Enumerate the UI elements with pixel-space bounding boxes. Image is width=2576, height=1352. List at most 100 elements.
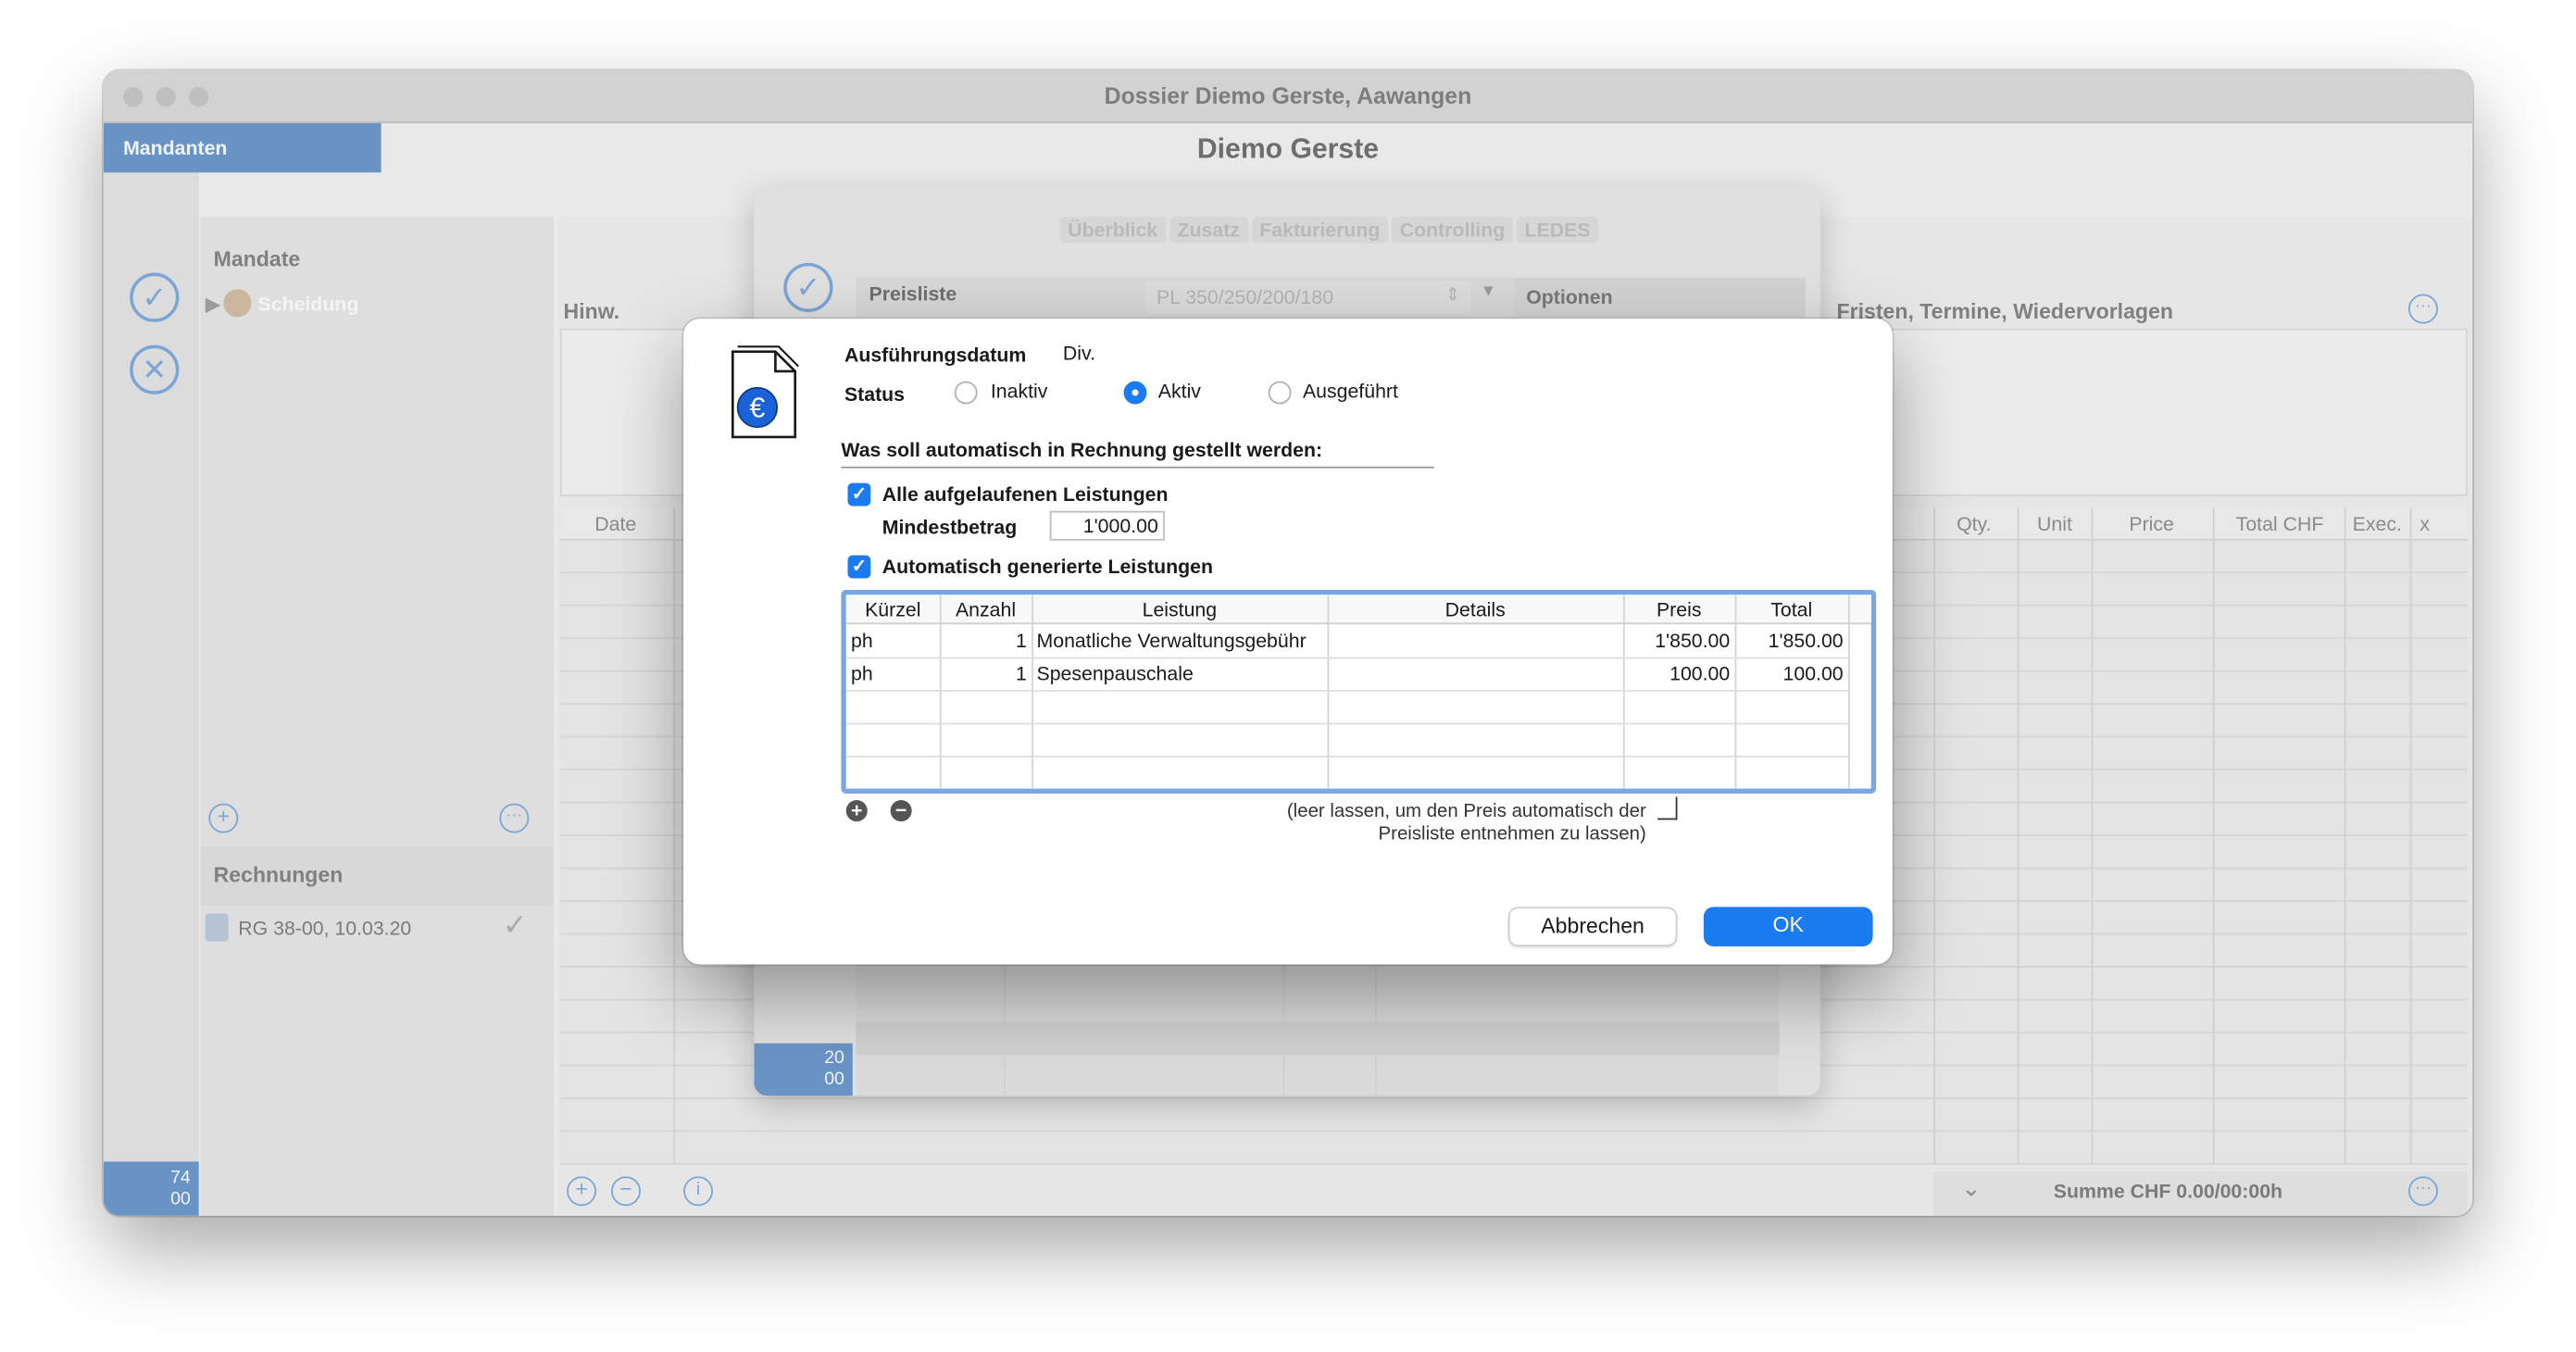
check-all-checkbox[interactable]: ✓ xyxy=(847,482,871,507)
grid-divider xyxy=(2017,507,2020,1165)
cancel-button[interactable]: Abbrechen xyxy=(1507,907,1678,946)
sheet-tabs: Überblick Zusatz Fakturierung Controllin… xyxy=(1059,217,1599,244)
grid-divider xyxy=(1375,959,1377,1096)
ok-button[interactable]: OK xyxy=(1703,907,1873,946)
confirm-circle-icon[interactable]: ✓ xyxy=(130,272,180,322)
sheet-confirm-icon[interactable]: ✓ xyxy=(783,262,833,313)
cell-leistung[interactable]: Monatliche Verwaltungsgebühr xyxy=(1037,624,1307,657)
mindestbetrag-label: Mindestbetrag xyxy=(882,516,1018,539)
grid-divider xyxy=(1282,959,1285,1096)
status-ausgefuehrt-radio[interactable] xyxy=(1268,381,1292,405)
sheet-grid xyxy=(856,959,1780,1096)
cell-anzahl[interactable]: 1 xyxy=(940,657,1027,690)
status-aktiv-label[interactable]: Aktiv xyxy=(1158,380,1201,403)
ausfuehrungsdatum-value[interactable]: Div. xyxy=(1063,342,1095,365)
col-total[interactable]: Total CHF xyxy=(2236,513,2324,536)
add-service-icon[interactable]: + xyxy=(567,1176,597,1207)
ausfuehrungsdatum-label: Ausführungsdatum xyxy=(844,343,1027,367)
mandate-more-icon[interactable]: ··· xyxy=(499,803,530,833)
col-exec[interactable]: Exec. xyxy=(2353,513,2402,536)
price-hint: (leer lassen, um den Preis automatisch d… xyxy=(1176,800,1646,846)
rechnungen-header: Rechnungen xyxy=(213,862,344,888)
col-divider xyxy=(1327,595,1330,789)
tab-ueberblick[interactable]: Überblick xyxy=(1059,217,1167,244)
th-preis[interactable]: Preis xyxy=(1622,595,1735,625)
footer-more-icon[interactable]: ··· xyxy=(2407,1176,2438,1207)
price-hint-line1: (leer lassen, um den Preis automatisch d… xyxy=(1286,801,1646,822)
col-qty[interactable]: Qty. xyxy=(1957,513,1991,536)
invoice-paid-check-icon: ✓ xyxy=(502,908,528,942)
price-hint-line2: Preisliste entnehmen zu lassen) xyxy=(1378,824,1646,845)
col-unit[interactable]: Unit xyxy=(2037,513,2072,536)
add-row-icon[interactable]: + xyxy=(845,800,868,822)
optionen-label: Optionen xyxy=(1526,285,1613,309)
cell-anzahl[interactable]: 1 xyxy=(940,624,1027,657)
col-divider xyxy=(1032,595,1033,789)
th-details[interactable]: Details xyxy=(1327,595,1623,625)
check-auto-label[interactable]: Automatisch generierte Leistungen xyxy=(882,556,1213,579)
status-label: Status xyxy=(844,382,906,407)
invoice-doc-icon xyxy=(205,913,229,942)
th-spacer xyxy=(1847,595,1871,625)
sheet-grid-row xyxy=(856,1021,1780,1056)
cell-total: 1'850.00 xyxy=(1768,629,1844,653)
check-auto-checkbox[interactable]: ✓ xyxy=(847,555,871,579)
add-mandate-icon[interactable]: + xyxy=(208,803,239,833)
cell-kuerzel[interactable]: ph xyxy=(851,657,873,690)
preisliste-select[interactable]: PL 350/250/200/180 ⇕ xyxy=(1144,281,1470,314)
th-leistung[interactable]: Leistung xyxy=(1032,595,1328,625)
hinweise-label: Hinw. xyxy=(563,298,620,324)
row-divider xyxy=(845,756,1848,757)
mandate-panel xyxy=(200,217,554,1216)
badge-line-2: 00 xyxy=(824,1070,844,1090)
cancel-circle-icon[interactable]: ✕ xyxy=(130,344,180,394)
invoice-item[interactable]: RG 38-00, 10.03.20 xyxy=(238,917,411,940)
mandate-item-scheidung[interactable]: Scheidung xyxy=(258,293,359,316)
fristen-more-icon[interactable]: ··· xyxy=(2407,294,2438,324)
title-bar: Dossier Diemo Gerste, Aawangen xyxy=(103,70,2473,124)
cell-kuerzel[interactable]: ph xyxy=(851,624,873,657)
fristen-box[interactable] xyxy=(1819,328,2468,496)
tab-ledes[interactable]: LEDES xyxy=(1516,217,1599,244)
mindestbetrag-input[interactable]: 1'000.00 xyxy=(1049,510,1165,541)
tab-zusatz[interactable]: Zusatz xyxy=(1169,217,1248,244)
status-inaktiv-label[interactable]: Inaktiv xyxy=(991,380,1048,403)
col-divider xyxy=(1847,595,1850,789)
cell-preis[interactable]: 1'850.00 xyxy=(1623,624,1730,657)
th-total[interactable]: Total xyxy=(1734,595,1848,625)
remove-row-icon[interactable]: − xyxy=(890,800,912,822)
remove-service-icon[interactable]: − xyxy=(611,1176,641,1207)
count-badge: 74 00 xyxy=(103,1161,199,1216)
status-ausgefuehrt-label[interactable]: Ausgeführt xyxy=(1303,380,1398,403)
cell-total: 100.00 xyxy=(1782,662,1844,685)
dropdown-triangle-icon[interactable]: ▼ xyxy=(1481,282,1497,301)
col-x[interactable]: x xyxy=(2420,513,2430,536)
row-divider xyxy=(845,690,1848,692)
disclosure-triangle-icon[interactable]: ▶ xyxy=(206,293,220,316)
avatar xyxy=(223,289,252,318)
hint-bracket xyxy=(1657,796,1678,820)
grid-divider xyxy=(2212,507,2215,1165)
auto-services-table[interactable]: Kürzel Anzahl Leistung Details Preis Tot… xyxy=(841,589,1877,794)
grid-divider xyxy=(673,507,676,1165)
tab-fakturierung[interactable]: Fakturierung xyxy=(1251,217,1389,244)
tab-controlling[interactable]: Controlling xyxy=(1391,217,1514,244)
th-kuerzel[interactable]: Kürzel xyxy=(845,595,940,625)
info-icon[interactable]: i xyxy=(683,1176,714,1207)
cell-preis[interactable]: 100.00 xyxy=(1623,657,1730,690)
summe-label: Summe CHF 0.00/00:00h xyxy=(2053,1179,2283,1203)
check-all-label[interactable]: Alle aufgelaufenen Leistungen xyxy=(882,483,1169,507)
cell-leistung[interactable]: Spesenpauschale xyxy=(1037,657,1194,690)
col-price[interactable]: Price xyxy=(2129,513,2174,536)
grid-divider xyxy=(2409,507,2412,1165)
badge-line-2: 00 xyxy=(170,1189,191,1209)
status-inaktiv-radio[interactable] xyxy=(954,381,978,405)
th-anzahl[interactable]: Anzahl xyxy=(939,595,1032,625)
mandate-header: Mandate xyxy=(213,246,301,271)
heading-rule xyxy=(841,466,1434,469)
chevron-down-icon[interactable]: ⌄ xyxy=(1961,1175,1981,1203)
preisliste-value: PL 350/250/200/180 xyxy=(1157,285,1334,309)
col-date[interactable]: Date xyxy=(594,513,636,536)
fristen-label: Fristen, Termine, Wiedervorlagen xyxy=(1836,298,2173,324)
status-aktiv-radio[interactable] xyxy=(1123,381,1147,405)
